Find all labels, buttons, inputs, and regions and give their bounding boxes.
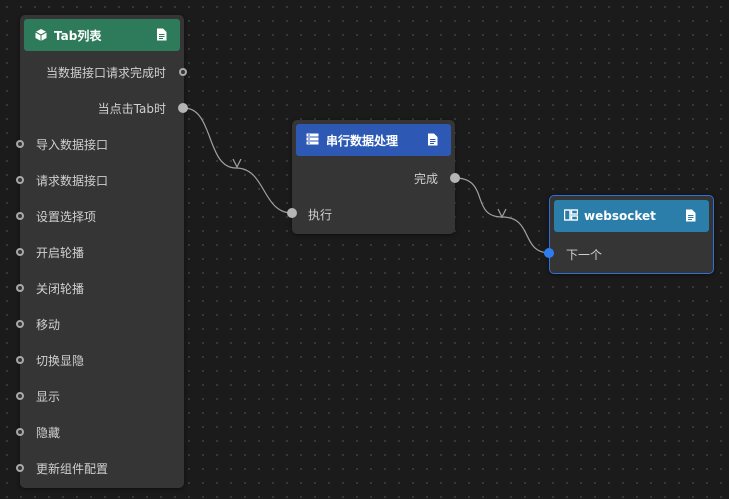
node-websocket-header[interactable]: websocket xyxy=(554,200,709,232)
input-port-row: 导入数据接口 xyxy=(36,134,108,154)
input-port-label: 设置选择项 xyxy=(36,209,97,224)
output-port-label: 当数据接口请求完成时 xyxy=(45,65,166,80)
input-port-label: 移动 xyxy=(36,317,61,332)
wire-arrow-2 xyxy=(497,208,507,219)
input-port[interactable] xyxy=(16,284,24,292)
input-port-label: 执行 xyxy=(308,207,333,222)
input-port-row: 开启轮播 xyxy=(36,242,84,262)
node-serial-data-processing[interactable]: 串行数据处理 完成 执行 xyxy=(287,120,460,234)
input-port-row: 更新组件配置 xyxy=(36,458,108,478)
document-icon[interactable] xyxy=(156,28,168,42)
node-tab-list-header[interactable]: Tab列表 xyxy=(24,19,180,51)
input-port[interactable] xyxy=(16,140,24,148)
input-port[interactable] xyxy=(16,464,24,472)
output-port[interactable] xyxy=(450,173,460,183)
input-port[interactable] xyxy=(16,176,24,184)
input-port[interactable] xyxy=(287,208,297,218)
document-icon[interactable] xyxy=(427,133,439,147)
input-port-row: 关闭轮播 xyxy=(36,278,84,298)
input-port-label: 下一个 xyxy=(566,247,603,262)
wire-tab-to-serial xyxy=(183,107,293,214)
node-serial-title: 串行数据处理 xyxy=(326,133,399,148)
input-port-row: 设置选择项 xyxy=(36,206,96,226)
input-port-label: 更新组件配置 xyxy=(36,461,109,476)
wire-arrow-1 xyxy=(232,158,242,169)
input-port[interactable] xyxy=(16,428,24,436)
input-port-row: 显示 xyxy=(36,386,60,406)
output-port[interactable] xyxy=(179,68,187,76)
node-tab-list-title: Tab列表 xyxy=(54,28,102,43)
input-port-label: 请求数据接口 xyxy=(36,173,109,188)
output-port-label: 完成 xyxy=(413,171,438,186)
output-port-row: 当数据接口请求完成时 xyxy=(20,62,166,82)
input-port[interactable] xyxy=(16,392,24,400)
output-port-label: 当点击Tab时 xyxy=(97,101,166,116)
input-port-row: 切换显隐 xyxy=(36,350,84,370)
input-port-label: 切换显隐 xyxy=(36,353,85,368)
input-port-row: 执行 xyxy=(308,204,332,224)
input-port-label: 显示 xyxy=(36,389,61,404)
node-tab-list[interactable]: Tab列表 当数据接口请求完成时 当点击Tab时 导入数据接口 请求数据接口 设… xyxy=(16,15,188,488)
node-serial-header[interactable]: 串行数据处理 xyxy=(296,124,451,156)
input-port-label: 开启轮播 xyxy=(36,245,85,260)
output-port-row: 当点击Tab时 xyxy=(20,98,166,118)
document-icon[interactable] xyxy=(685,209,697,223)
node-websocket[interactable]: websocket 下一个 xyxy=(544,195,714,274)
input-port-label: 导入数据接口 xyxy=(36,137,109,152)
input-port[interactable] xyxy=(16,212,24,220)
serial-list-icon xyxy=(306,133,320,147)
cube-icon xyxy=(34,28,48,42)
input-port-label: 关闭轮播 xyxy=(36,281,85,296)
input-port-row: 移动 xyxy=(36,314,60,334)
component-icon xyxy=(564,209,578,223)
node-websocket-title: websocket xyxy=(584,209,656,223)
output-port[interactable] xyxy=(178,103,188,113)
wire-serial-to-websocket xyxy=(454,177,551,254)
output-port-row: 完成 xyxy=(292,168,438,188)
input-port[interactable] xyxy=(16,320,24,328)
input-port-label: 隐藏 xyxy=(36,425,61,440)
input-port-row: 请求数据接口 xyxy=(36,170,108,190)
input-port[interactable] xyxy=(544,248,554,258)
input-port-row: 下一个 xyxy=(566,244,602,264)
input-port[interactable] xyxy=(16,248,24,256)
input-port[interactable] xyxy=(16,356,24,364)
input-port-row: 隐藏 xyxy=(36,422,60,442)
